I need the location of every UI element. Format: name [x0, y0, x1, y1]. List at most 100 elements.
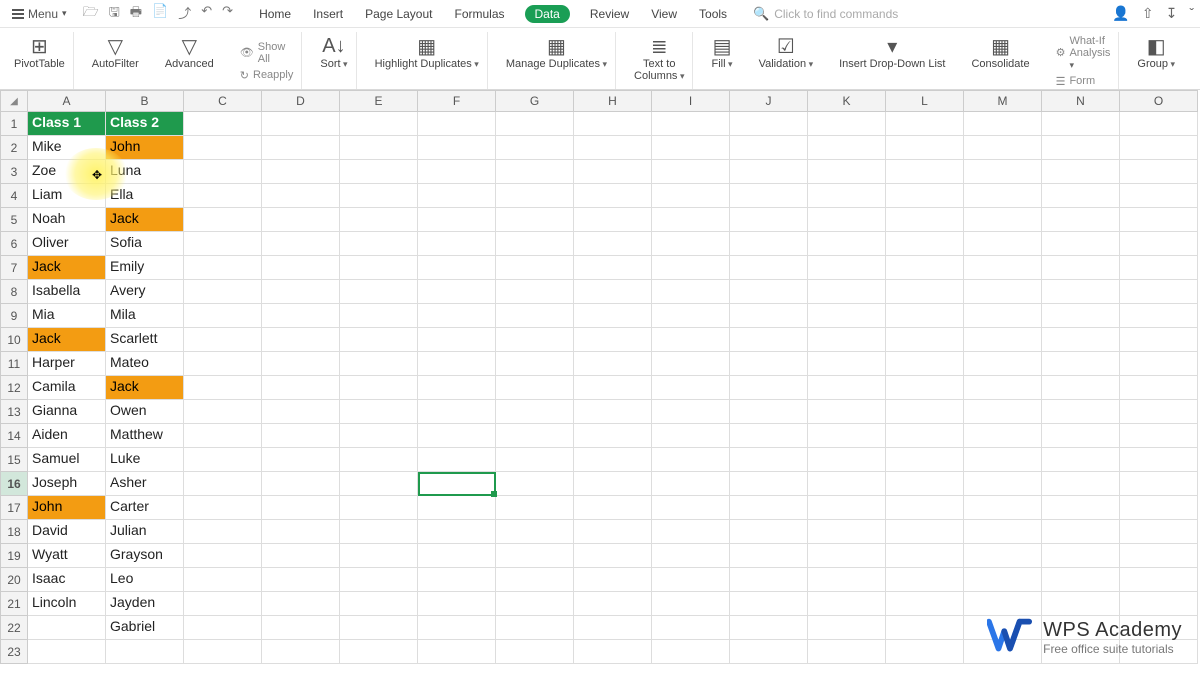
cell-N2[interactable] — [1042, 136, 1120, 160]
cell-B19[interactable]: Grayson — [106, 544, 184, 568]
row-header-9[interactable]: 9 — [0, 304, 28, 328]
cell-I14[interactable] — [652, 424, 730, 448]
cell-B23[interactable] — [106, 640, 184, 664]
cell-J10[interactable] — [730, 328, 808, 352]
cell-O19[interactable] — [1120, 544, 1198, 568]
insert-dropdown-button[interactable]: ▾Insert Drop-Down List — [831, 32, 953, 90]
cell-J16[interactable] — [730, 472, 808, 496]
cell-C7[interactable] — [184, 256, 262, 280]
cell-F13[interactable] — [418, 400, 496, 424]
cell-N20[interactable] — [1042, 568, 1120, 592]
cell-H23[interactable] — [574, 640, 652, 664]
cell-N15[interactable] — [1042, 448, 1120, 472]
cell-I3[interactable] — [652, 160, 730, 184]
cell-D18[interactable] — [262, 520, 340, 544]
cell-I8[interactable] — [652, 280, 730, 304]
cell-A22[interactable] — [28, 616, 106, 640]
cell-I20[interactable] — [652, 568, 730, 592]
cell-A15[interactable]: Samuel — [28, 448, 106, 472]
row-header-20[interactable]: 20 — [0, 568, 28, 592]
cell-C8[interactable] — [184, 280, 262, 304]
cell-H8[interactable] — [574, 280, 652, 304]
tab-formulas[interactable]: Formulas — [452, 5, 506, 23]
cell-I13[interactable] — [652, 400, 730, 424]
cell-K18[interactable] — [808, 520, 886, 544]
cell-M8[interactable] — [964, 280, 1042, 304]
cell-B4[interactable]: Ella — [106, 184, 184, 208]
spreadsheet[interactable]: ◢ ABCDEFGHIJKLMNO 1234567891011121314151… — [0, 90, 1200, 675]
cell-F16[interactable] — [418, 472, 496, 496]
cell-M9[interactable] — [964, 304, 1042, 328]
cell-J15[interactable] — [730, 448, 808, 472]
cell-L15[interactable] — [886, 448, 964, 472]
cell-M19[interactable] — [964, 544, 1042, 568]
cell-H18[interactable] — [574, 520, 652, 544]
cell-O4[interactable] — [1120, 184, 1198, 208]
cell-N5[interactable] — [1042, 208, 1120, 232]
cell-G17[interactable] — [496, 496, 574, 520]
cell-G3[interactable] — [496, 160, 574, 184]
row-header-17[interactable]: 17 — [0, 496, 28, 520]
cell-A7[interactable]: Jack — [28, 256, 106, 280]
cell-H13[interactable] — [574, 400, 652, 424]
cell-O17[interactable] — [1120, 496, 1198, 520]
cell-L2[interactable] — [886, 136, 964, 160]
cell-O15[interactable] — [1120, 448, 1198, 472]
cell-B7[interactable]: Emily — [106, 256, 184, 280]
cell-G1[interactable] — [496, 112, 574, 136]
cell-D13[interactable] — [262, 400, 340, 424]
cell-G7[interactable] — [496, 256, 574, 280]
cell-N18[interactable] — [1042, 520, 1120, 544]
cell-H22[interactable] — [574, 616, 652, 640]
advanced-filter-button[interactable]: ▽Advanced — [157, 32, 222, 90]
cell-N16[interactable] — [1042, 472, 1120, 496]
whatif-button[interactable]: ⚙What-If Analysis — [1056, 35, 1111, 71]
cell-G15[interactable] — [496, 448, 574, 472]
cell-H17[interactable] — [574, 496, 652, 520]
cell-M16[interactable] — [964, 472, 1042, 496]
sort-button[interactable]: A↓Sort — [312, 32, 356, 90]
cell-D11[interactable] — [262, 352, 340, 376]
cell-D3[interactable] — [262, 160, 340, 184]
cell-J7[interactable] — [730, 256, 808, 280]
fill-button[interactable]: ▤Fill — [703, 32, 740, 90]
cell-A11[interactable]: Harper — [28, 352, 106, 376]
cell-D14[interactable] — [262, 424, 340, 448]
cell-L5[interactable] — [886, 208, 964, 232]
validation-button[interactable]: ☑Validation — [751, 32, 822, 90]
cell-J21[interactable] — [730, 592, 808, 616]
cell-D7[interactable] — [262, 256, 340, 280]
row-header-6[interactable]: 6 — [0, 232, 28, 256]
cell-D23[interactable] — [262, 640, 340, 664]
cell-C13[interactable] — [184, 400, 262, 424]
cell-M13[interactable] — [964, 400, 1042, 424]
tab-insert[interactable]: Insert — [311, 5, 345, 23]
cell-L11[interactable] — [886, 352, 964, 376]
cell-J6[interactable] — [730, 232, 808, 256]
cell-B17[interactable]: Carter — [106, 496, 184, 520]
tab-page-layout[interactable]: Page Layout — [363, 5, 434, 23]
cell-D10[interactable] — [262, 328, 340, 352]
cell-I9[interactable] — [652, 304, 730, 328]
cell-E5[interactable] — [340, 208, 418, 232]
cell-G19[interactable] — [496, 544, 574, 568]
cell-J12[interactable] — [730, 376, 808, 400]
row-header-23[interactable]: 23 — [0, 640, 28, 664]
cell-J17[interactable] — [730, 496, 808, 520]
cell-K11[interactable] — [808, 352, 886, 376]
cell-K14[interactable] — [808, 424, 886, 448]
cell-N4[interactable] — [1042, 184, 1120, 208]
row-header-2[interactable]: 2 — [0, 136, 28, 160]
cell-E9[interactable] — [340, 304, 418, 328]
cell-G6[interactable] — [496, 232, 574, 256]
row-header-19[interactable]: 19 — [0, 544, 28, 568]
cell-O16[interactable] — [1120, 472, 1198, 496]
cell-N13[interactable] — [1042, 400, 1120, 424]
cell-I21[interactable] — [652, 592, 730, 616]
cell-E16[interactable] — [340, 472, 418, 496]
cell-G20[interactable] — [496, 568, 574, 592]
cell-C14[interactable] — [184, 424, 262, 448]
undo-icon[interactable]: ↶ — [201, 3, 212, 25]
cell-E13[interactable] — [340, 400, 418, 424]
cell-H10[interactable] — [574, 328, 652, 352]
